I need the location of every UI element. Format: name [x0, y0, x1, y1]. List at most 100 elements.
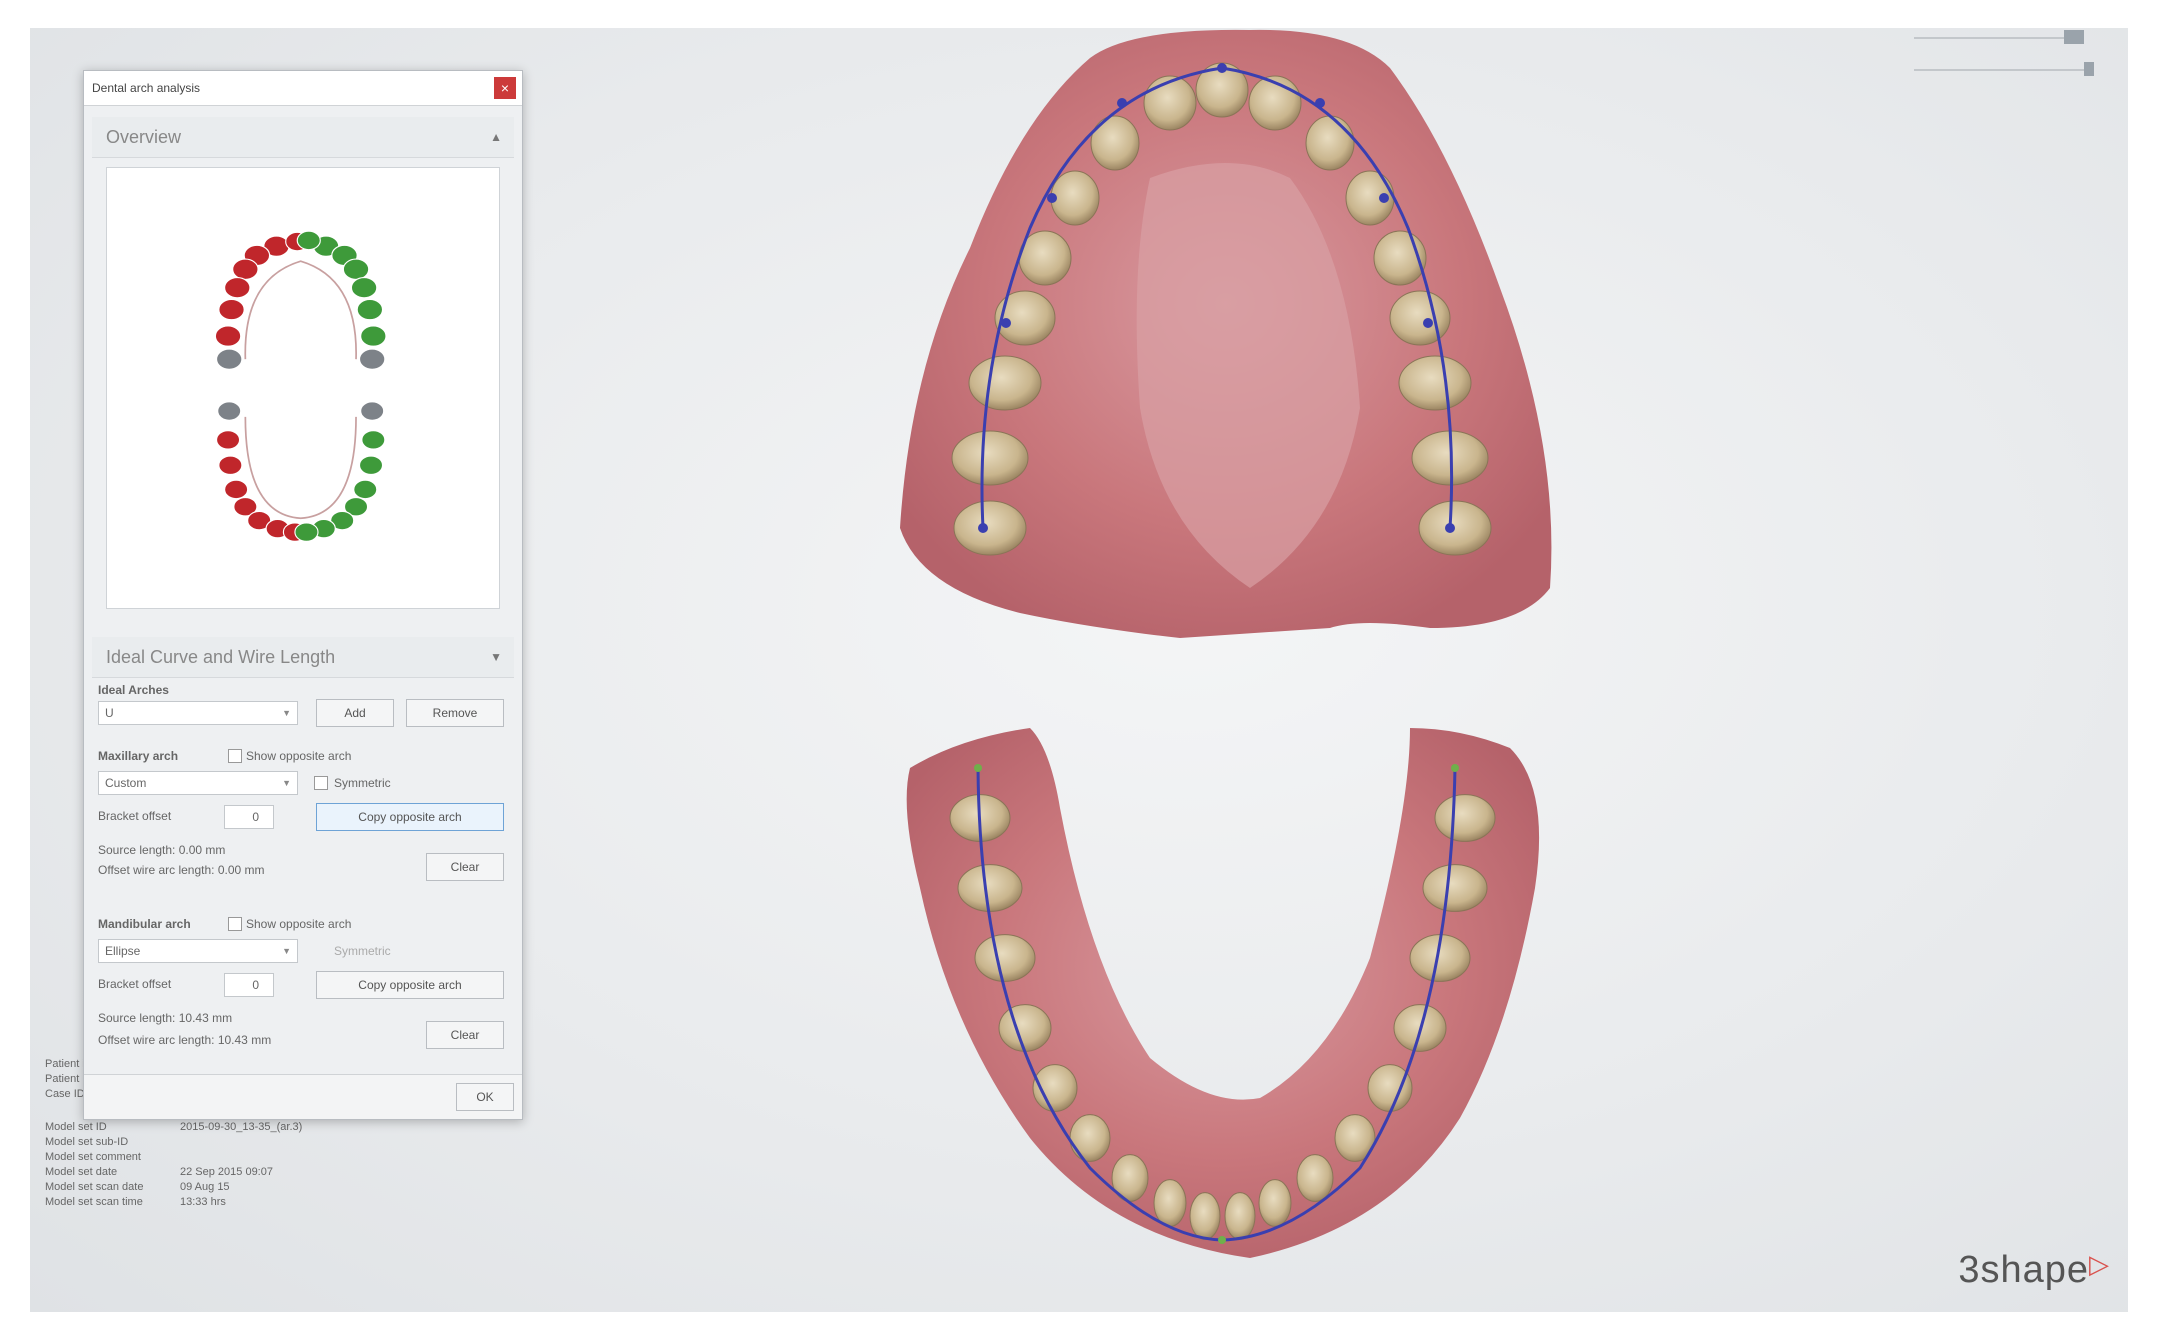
mandibular-clear-button[interactable]: Clear: [426, 1021, 504, 1049]
dental-arch-analysis-dialog: Dental arch analysis × Overview ▲ Ideal …: [83, 70, 523, 1120]
ideal-arch-select-value: U: [105, 706, 114, 720]
mandibular-offset-wire-length: Offset wire arc length: 10.43 mm: [98, 1033, 272, 1047]
info-key: Model set sub-ID: [45, 1136, 129, 1148]
brand-logo: 3shape▷: [1958, 1249, 2110, 1291]
chevron-down-icon: ▼: [282, 778, 291, 788]
ideal-curve-title: Ideal Curve and Wire Length: [106, 646, 336, 667]
mandibular-show-opposite-checkbox[interactable]: [228, 917, 242, 931]
info-value: 09 Aug 15: [180, 1181, 230, 1193]
chart-tooth: [360, 401, 385, 421]
tooth: [1069, 1114, 1111, 1162]
info-row: Model set scan date 09 Aug 15: [45, 1181, 302, 1196]
ideal-curve-section-header[interactable]: Ideal Curve and Wire Length ▼: [92, 637, 514, 678]
ok-button[interactable]: OK: [456, 1083, 514, 1111]
chart-tooth: [353, 479, 378, 500]
info-key: Model set scan time: [45, 1196, 143, 1208]
ideal-arch-select[interactable]: U ▼: [98, 701, 298, 725]
mandibular-curve-value: Ellipse: [105, 944, 141, 958]
dialog-titlebar: Dental arch analysis: [84, 71, 522, 106]
chart-tooth: [224, 276, 251, 299]
info-value: 22 Sep 2015 09:07: [180, 1166, 273, 1178]
chevron-down-icon: ▼: [282, 946, 291, 956]
mandibular-bracket-offset-stepper[interactable]: 0: [224, 973, 274, 997]
tooth: [998, 1004, 1052, 1052]
mandibular-show-opposite-label: Show opposite arch: [246, 917, 352, 931]
info-row: Model set comment: [45, 1151, 302, 1166]
add-button[interactable]: Add: [316, 699, 394, 727]
info-key: Model set comment: [45, 1151, 141, 1163]
tooth: [1296, 1154, 1334, 1202]
maxillary-bracket-offset-value: 0: [252, 810, 259, 824]
tooth: [1090, 115, 1140, 171]
maxillary-bracket-offset-label: Bracket offset: [98, 809, 172, 823]
view-controls[interactable]: [1904, 28, 2104, 88]
chevron-down-icon[interactable]: ▼: [490, 650, 502, 664]
maxillary-source-length: Source length: 0.00 mm: [98, 843, 226, 857]
tooth: [1153, 1179, 1187, 1227]
chart-tooth: [224, 479, 249, 500]
maxillary-offset-wire-length: Offset wire arc length: 0.00 mm: [98, 863, 265, 877]
maxillary-curve-value: Custom: [105, 776, 147, 790]
chart-tooth: [214, 325, 242, 347]
chart-tooth: [361, 430, 386, 450]
maxillary-symmetric-label: Symmetric: [334, 776, 391, 790]
chart-tooth: [232, 258, 259, 280]
tooth: [1143, 75, 1197, 131]
tooth: [953, 500, 1027, 556]
maxillary-clear-button[interactable]: Clear: [426, 853, 504, 881]
remove-button[interactable]: Remove: [406, 699, 504, 727]
mandibular-copy-opposite-button[interactable]: Copy opposite arch: [316, 971, 504, 999]
tooth: [1258, 1179, 1292, 1227]
maxillary-bracket-offset-stepper[interactable]: 0: [224, 805, 274, 829]
info-row: Model set scan time 13:33 hrs: [45, 1196, 302, 1211]
3d-viewport[interactable]: Patient info Patient name Case ID Model set…: [30, 28, 2128, 1312]
info-row: Model set sub-ID: [45, 1136, 302, 1151]
tooth: [957, 864, 1023, 912]
dialog-title: Dental arch analysis: [92, 81, 201, 95]
chart-tooth: [350, 276, 378, 299]
chart-tooth: [296, 230, 321, 251]
tooth: [951, 430, 1029, 486]
chart-tooth: [215, 348, 243, 370]
mandibular-source-length: Source length: 10.43 mm: [98, 1011, 233, 1025]
close-icon[interactable]: ×: [494, 77, 516, 99]
chart-arch-line: [244, 260, 357, 360]
info-row: Model set date 22 Sep 2015 09:07: [45, 1166, 302, 1181]
chevron-up-icon[interactable]: ▲: [490, 130, 502, 144]
tooth: [994, 290, 1056, 346]
tooth: [1224, 1192, 1256, 1240]
info-value: 13:33 hrs: [180, 1196, 226, 1208]
tooth-chart-diagram: [214, 230, 387, 542]
info-key: Model set date: [45, 1166, 118, 1178]
chart-tooth: [215, 430, 241, 450]
chart-tooth: [342, 258, 370, 280]
maxillary-copy-opposite-button[interactable]: Copy opposite arch: [316, 803, 504, 831]
tooth: [968, 355, 1042, 411]
info-key: Model set scan date: [45, 1181, 144, 1193]
chart-tooth: [360, 325, 387, 347]
maxillary-curve-select[interactable]: Custom ▼: [98, 771, 298, 795]
overview-tooth-chart: [106, 167, 500, 609]
ideal-arches-label: Ideal Arches: [98, 683, 169, 697]
overview-title: Overview: [106, 126, 182, 147]
tooth: [1434, 794, 1496, 842]
mandibular-bracket-offset-value: 0: [252, 978, 259, 992]
tooth: [1050, 170, 1100, 226]
chart-tooth: [218, 298, 245, 321]
maxillary-show-opposite-checkbox[interactable]: [228, 749, 242, 763]
info-row: Model set ID 2015-09-30_13-35_(ar.3): [45, 1121, 302, 1136]
mandibular-curve-select[interactable]: Ellipse ▼: [98, 939, 298, 963]
chart-tooth: [358, 348, 386, 370]
tooth: [1398, 355, 1472, 411]
maxillary-show-opposite-label: Show opposite arch: [246, 749, 352, 763]
chart-tooth: [356, 298, 384, 321]
view-slider-icon[interactable]: [1904, 28, 2104, 88]
overview-section-header[interactable]: Overview ▲: [92, 117, 514, 158]
maxillary-symmetric-checkbox[interactable]: [314, 776, 328, 790]
chart-arch-line: [244, 416, 357, 520]
chart-tooth: [358, 455, 384, 476]
tooth: [1189, 1192, 1221, 1240]
chevron-down-icon: ▼: [282, 708, 291, 718]
lower-jaw-model: [906, 728, 1540, 1258]
chart-tooth: [217, 401, 242, 421]
